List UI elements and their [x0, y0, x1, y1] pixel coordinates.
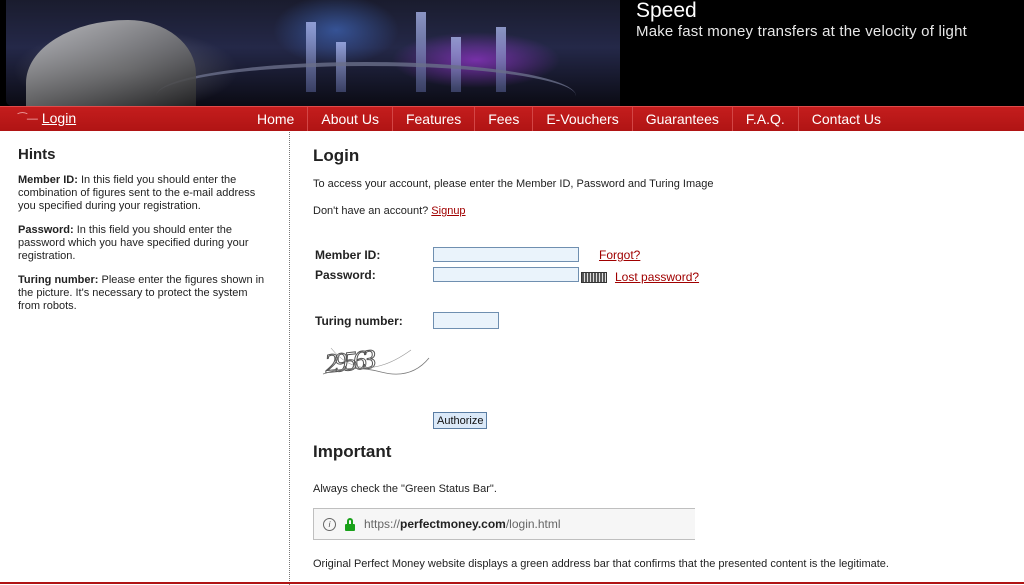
login-main: Login To access your account, please ent… [313, 146, 1013, 570]
info-icon: i [323, 517, 336, 531]
turing-number-label: Turing number: [315, 314, 403, 328]
banner-subtitle: Make fast money transfers at the velocit… [636, 23, 967, 40]
address-url: https://perfectmoney.com/login.html [364, 517, 561, 531]
nav-faq[interactable]: F.A.Q. [733, 107, 799, 131]
hint-password-label: Password: [18, 224, 74, 236]
member-id-input[interactable] [433, 247, 579, 262]
banner-title: Speed [636, 0, 697, 22]
signup-prompt: Don't have an account? Signup [313, 205, 466, 217]
key-icon: ⁀— [18, 112, 38, 125]
nav-contact-us[interactable]: Contact Us [799, 107, 894, 131]
signup-link[interactable]: Signup [431, 205, 465, 217]
address-prefix: https:// [364, 517, 401, 531]
header-banner: Speed Make fast money transfers at the v… [0, 0, 1024, 106]
lost-password-link[interactable]: Lost password? [615, 270, 699, 284]
member-id-label: Member ID: [315, 248, 381, 262]
address-bar-example: i https://perfectmoney.com/login.html [313, 508, 695, 540]
address-domain: perfectmoney.com [400, 517, 506, 531]
car-image [26, 20, 196, 106]
legitimacy-note: Original Perfect Money website displays … [313, 558, 889, 570]
nav-fees[interactable]: Fees [475, 107, 534, 131]
green-bar-note: Always check the "Green Status Bar". [313, 483, 497, 495]
nav-e-vouchers[interactable]: E-Vouchers [533, 107, 633, 131]
nav-login-label: Login [41, 110, 77, 126]
nav-home[interactable]: Home [244, 107, 309, 131]
important-title: Important [313, 442, 392, 461]
hint-turing: Turing number: Please enter the figures … [18, 274, 268, 313]
nav-features[interactable]: Features [393, 107, 476, 131]
hint-password: Password: In this field you should enter… [18, 224, 268, 263]
password-input[interactable] [433, 267, 579, 282]
page-title: Login [313, 146, 360, 165]
login-intro: To access your account, please enter the… [313, 178, 714, 190]
virtual-keyboard-icon[interactable] [581, 272, 607, 283]
hint-member-id: Member ID: In this field you should ente… [18, 174, 268, 213]
forgot-member-id-link[interactable]: Forgot? [599, 248, 640, 262]
nav-about-us[interactable]: About Us [308, 107, 393, 131]
column-divider [289, 132, 290, 585]
signup-prompt-text: Don't have an account? [313, 205, 432, 217]
main-nav: ⁀— Login Home About Us Features Fees E-V… [0, 106, 1024, 131]
nav-login-link[interactable]: ⁀— Login [18, 110, 76, 126]
lock-icon [345, 517, 355, 531]
password-label: Password: [315, 268, 376, 282]
turing-number-input[interactable] [433, 312, 499, 329]
authorize-button[interactable]: Authorize [433, 412, 488, 429]
hints-title: Hints [18, 146, 56, 163]
nav-guarantees[interactable]: Guarantees [633, 107, 733, 131]
hint-member-id-label: Member ID: [18, 174, 78, 186]
address-path: /login.html [505, 517, 561, 531]
footer-divider [0, 582, 1024, 584]
hint-turing-label: Turing number: [18, 274, 99, 286]
banner-image [6, 0, 620, 106]
hints-sidebar: Hints Member ID: In this field you shoul… [18, 146, 268, 324]
captcha-image: 29563 [323, 343, 430, 379]
